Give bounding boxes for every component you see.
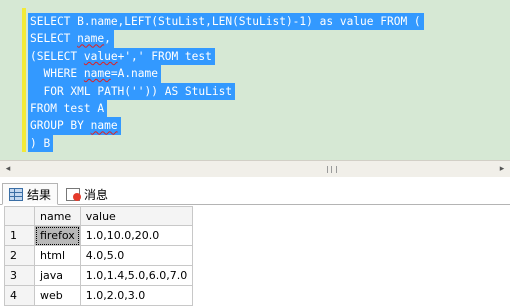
column-header-value[interactable]: value xyxy=(79,206,194,226)
change-indicator-bar xyxy=(22,8,26,152)
sql-editor[interactable]: SELECT B.name,LEFT(StuList,LEN(StuList)-… xyxy=(0,0,510,160)
code-line[interactable]: SELECT name, xyxy=(28,30,114,48)
grid-corner-cell[interactable] xyxy=(4,206,35,226)
results-tab-bar: 结果 消息 xyxy=(0,177,510,205)
table-row[interactable]: 3 java 1.0,1.4,5.0,6.0,7.0 xyxy=(4,265,194,286)
grid-cell-name[interactable]: html xyxy=(34,245,81,266)
spellcheck-mark: value xyxy=(83,49,118,63)
table-row[interactable]: 2 html 4.0,5.0 xyxy=(4,245,194,266)
column-header-name[interactable]: name xyxy=(34,206,81,226)
spellcheck-mark: name xyxy=(83,67,111,81)
code-line[interactable]: (SELECT value+',' FROM test xyxy=(28,47,215,66)
table-row[interactable]: 4 web 1.0,2.0,3.0 xyxy=(4,285,194,306)
scroll-right-arrow-icon[interactable]: ▸ xyxy=(496,163,508,175)
row-number[interactable]: 2 xyxy=(4,245,35,266)
message-icon xyxy=(66,187,81,201)
code-line[interactable]: FOR XML PATH('')) AS StuList xyxy=(28,82,236,100)
results-pane: name value 1 firefox 1.0,10.0,20.0 2 htm… xyxy=(0,205,510,306)
tab-messages-label: 消息 xyxy=(84,187,109,202)
code-line[interactable]: SELECT B.name,LEFT(StuList,LEN(StuList)-… xyxy=(28,13,424,31)
results-grid[interactable]: name value 1 firefox 1.0,10.0,20.0 2 htm… xyxy=(4,206,194,306)
row-number[interactable]: 1 xyxy=(4,225,35,246)
grid-cell-name[interactable]: firefox xyxy=(34,225,81,246)
grid-cell-value[interactable]: 1.0,1.4,5.0,6.0,7.0 xyxy=(79,265,194,286)
code-line[interactable]: ) B xyxy=(28,134,54,153)
row-number[interactable]: 3 xyxy=(4,265,35,286)
editor-gutter xyxy=(0,0,22,160)
code-line[interactable]: FROM test A xyxy=(28,99,108,118)
grid-icon xyxy=(9,187,23,201)
tab-results[interactable]: 结果 xyxy=(2,183,58,205)
grid-cell-value[interactable]: 4.0,5.0 xyxy=(79,245,194,266)
grid-header-row: name value xyxy=(4,206,194,226)
row-number[interactable]: 4 xyxy=(4,285,35,306)
tab-messages[interactable]: 消息 xyxy=(60,183,116,205)
spellcheck-mark: name xyxy=(77,32,105,46)
grid-cell-name[interactable]: web xyxy=(34,285,81,306)
table-row[interactable]: 1 firefox 1.0,10.0,20.0 xyxy=(4,225,194,246)
tab-results-label: 结果 xyxy=(27,187,52,202)
scroll-left-arrow-icon[interactable]: ◂ xyxy=(2,163,14,175)
grid-cell-value[interactable]: 1.0,2.0,3.0 xyxy=(79,285,194,306)
spellcheck-mark: name xyxy=(90,119,118,133)
code-line[interactable]: WHERE name=A.name xyxy=(28,65,161,83)
grid-cell-name[interactable]: java xyxy=(34,265,81,286)
scrollbar-grip-icon xyxy=(327,166,337,173)
grid-cell-value[interactable]: 1.0,10.0,20.0 xyxy=(79,225,194,246)
sql-code[interactable]: SELECT B.name,LEFT(StuList,LEN(StuList)-… xyxy=(28,13,424,153)
scrollbar-thumb[interactable] xyxy=(16,164,494,174)
code-line[interactable]: GROUP BY name xyxy=(28,117,121,135)
horizontal-scrollbar[interactable]: ◂ ▸ xyxy=(0,160,510,177)
